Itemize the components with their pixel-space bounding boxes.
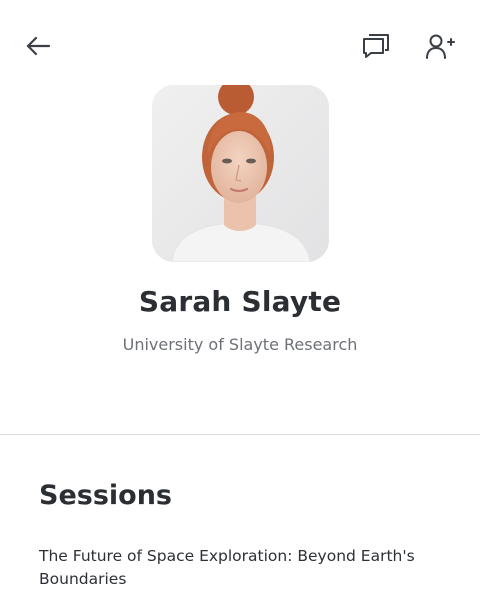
follow-button[interactable] (420, 26, 460, 66)
add-user-icon (426, 34, 455, 59)
back-button[interactable] (18, 26, 58, 66)
profile-affiliation: University of Slayte Research (122, 335, 358, 354)
session-item[interactable]: The Future of Space Exploration: Beyond … (39, 545, 459, 591)
chat-button[interactable] (356, 26, 396, 66)
chat-bubbles-icon (363, 34, 389, 58)
avatar (152, 85, 329, 262)
profile-name: Sarah Slayte (138, 285, 342, 318)
sessions-heading: Sessions (39, 480, 172, 511)
divider (0, 434, 480, 435)
arrow-left-icon (26, 36, 51, 56)
avatar-photo (152, 85, 329, 262)
top-bar (0, 0, 480, 92)
